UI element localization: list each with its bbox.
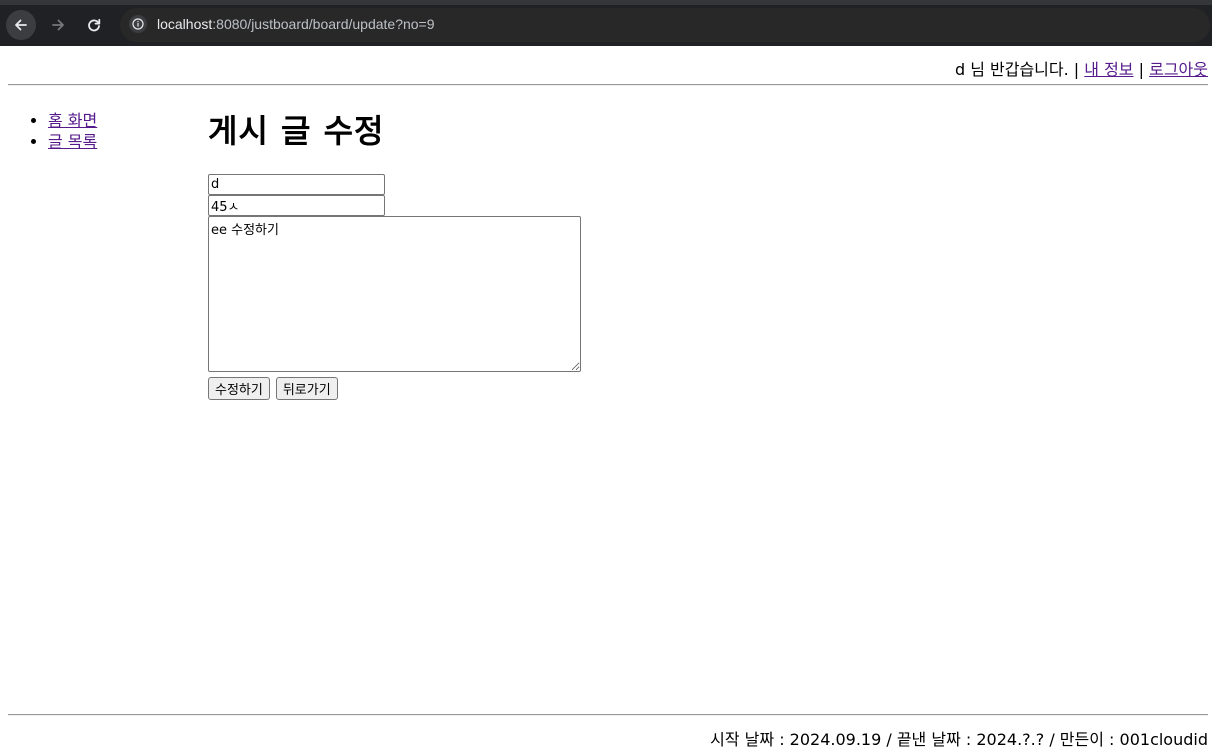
- user-greeting-bar: d 님 반갑습니다. | 내 정보 | 로그아웃: [955, 56, 1208, 80]
- nav-item-home: 홈 화면: [48, 110, 97, 131]
- back-button[interactable]: [6, 10, 36, 40]
- post-list-link[interactable]: 글 목록: [48, 132, 97, 151]
- writer-input[interactable]: [208, 174, 385, 195]
- side-nav: 홈 화면 글 목록: [8, 110, 97, 152]
- forward-button[interactable]: [43, 10, 73, 40]
- address-bar[interactable]: localhost:8080/justboard/board/update?no…: [120, 8, 1210, 42]
- reload-icon: [86, 17, 102, 33]
- url-text: localhost:8080/justboard/board/update?no…: [157, 16, 435, 32]
- arrow-right-icon: [50, 17, 66, 33]
- edit-post-form: ee 수정하기 수정하기 뒤로가기: [208, 174, 588, 400]
- logout-link[interactable]: 로그아웃: [1149, 60, 1208, 79]
- page: d 님 반갑습니다. | 내 정보 | 로그아웃 홈 화면 글 목록 게시 글 …: [0, 46, 1212, 753]
- content-textarea[interactable]: ee 수정하기: [208, 216, 581, 372]
- url-path: :8080/justboard/board/update?no=9: [212, 16, 435, 32]
- footer-info: 시작 날짜 : 2024.09.19 / 끝낸 날짜 : 2024.?.? / …: [710, 730, 1208, 749]
- page-title: 게시 글 수정: [208, 112, 385, 150]
- reload-button[interactable]: [79, 10, 109, 40]
- home-link[interactable]: 홈 화면: [48, 111, 97, 130]
- url-host: localhost: [157, 16, 213, 32]
- link-separator: |: [1138, 60, 1145, 79]
- form-buttons: 수정하기 뒤로가기: [208, 377, 588, 400]
- back-button-page[interactable]: 뒤로가기: [275, 377, 338, 400]
- site-info-icon[interactable]: [129, 15, 147, 33]
- arrow-left-icon: [13, 17, 29, 33]
- nav-item-list: 글 목록: [48, 131, 97, 152]
- browser-toolbar: localhost:8080/justboard/board/update?no…: [0, 0, 1212, 46]
- header-divider: [8, 84, 1208, 86]
- footer-divider: [8, 714, 1208, 716]
- title-input[interactable]: [208, 195, 385, 216]
- greeting-text: d 님 반갑습니다. |: [954, 60, 1080, 79]
- submit-edit-button[interactable]: 수정하기: [208, 377, 270, 400]
- my-info-link[interactable]: 내 정보: [1084, 60, 1133, 79]
